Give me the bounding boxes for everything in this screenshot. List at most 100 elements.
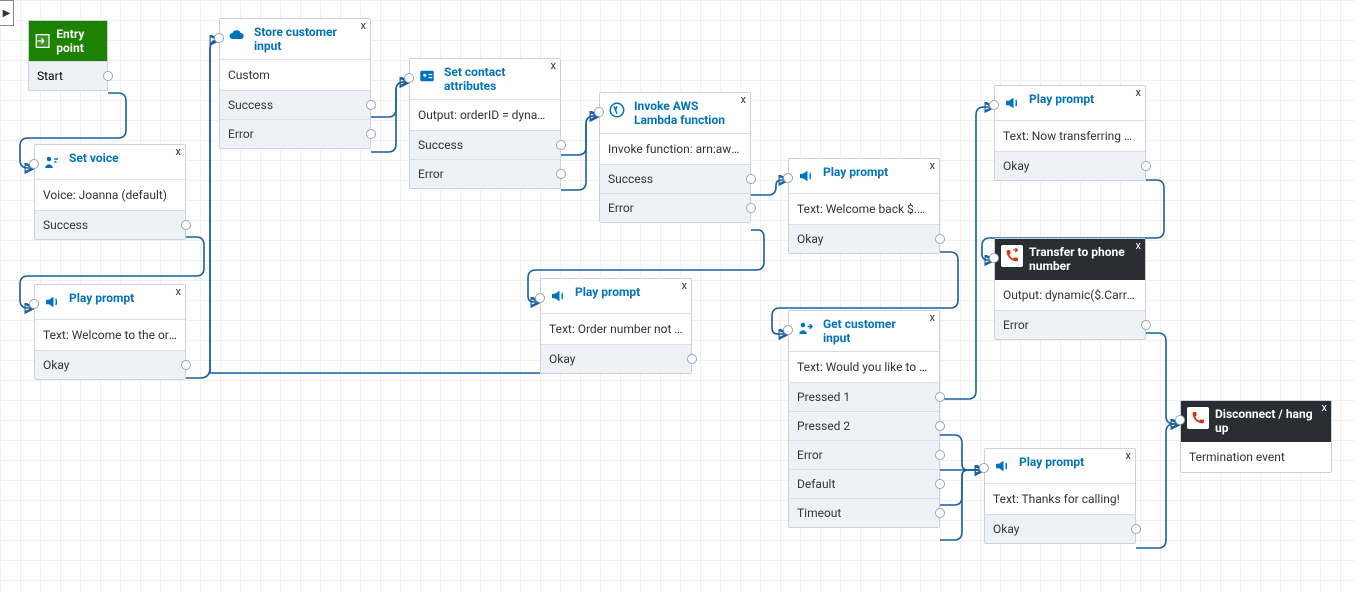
close-icon[interactable]: x [741,94,746,105]
row-success[interactable]: Success [35,210,185,239]
output-port[interactable] [556,169,566,179]
row-pressed-2[interactable]: Pressed 2 [789,411,939,440]
close-icon[interactable]: x [176,286,181,297]
play-prompt-welcome-block[interactable]: x Play prompt Text: Welcome to the order… [34,284,186,380]
block-title: Transfer to phone number [1029,245,1131,273]
input-port[interactable] [29,159,39,169]
output-port[interactable] [935,392,945,402]
block-title: Play prompt [1029,92,1094,106]
output-port[interactable] [746,174,756,184]
play-prompt-thanks-block[interactable]: x Play prompt Text: Thanks for calling! … [984,448,1136,544]
output-port[interactable] [366,100,376,110]
play-prompt-transferring-block[interactable]: x Play prompt Text: Now transferring you… [994,85,1146,181]
row-okay[interactable]: Okay [789,224,939,253]
row-success[interactable]: Success [600,164,750,193]
block-title: Play prompt [1019,455,1084,469]
lambda-icon [606,99,628,121]
block-detail: Voice: Joanna (default) [35,180,185,210]
close-icon[interactable]: x [930,160,935,171]
output-port[interactable] [935,234,945,244]
output-port[interactable] [935,479,945,489]
row-default[interactable]: Default [789,469,939,498]
speaker-icon [1001,92,1023,114]
close-icon[interactable]: x [682,280,687,291]
entry-start-row[interactable]: Start [29,61,107,90]
play-prompt-notfound-block[interactable]: x Play prompt Text: Order number not fo.… [540,278,692,374]
output-port[interactable] [1141,320,1151,330]
row-timeout[interactable]: Timeout [789,498,939,527]
row-error[interactable]: Error [995,310,1145,339]
close-icon[interactable]: x [930,312,935,323]
block-title: Set voice [69,151,119,165]
phone-transfer-icon [1001,245,1023,267]
disconnect-block[interactable]: x Disconnect / hang up Termination event [1180,400,1332,473]
input-port[interactable] [979,463,989,473]
input-port[interactable] [594,107,604,117]
block-title: Invoke AWS Lambda function [634,99,736,127]
output-port[interactable] [935,508,945,518]
input-port[interactable] [989,253,999,263]
row-okay[interactable]: Okay [995,151,1145,180]
output-port[interactable] [1141,161,1151,171]
row-error[interactable]: Error [410,159,560,188]
output-port[interactable] [1131,524,1141,534]
block-title: Play prompt [69,291,134,305]
block-detail: Output: orderID = dynamic... [410,100,560,130]
set-voice-block[interactable]: x Set voice Voice: Joanna (default) Succ… [34,144,186,240]
block-title: Play prompt [575,285,640,299]
row-error[interactable]: Error [220,119,370,148]
input-port[interactable] [404,73,414,83]
close-icon[interactable]: x [1136,240,1141,251]
row-success[interactable]: Success [410,130,560,159]
row-okay[interactable]: Okay [985,514,1135,543]
close-icon[interactable]: x [1126,450,1131,461]
input-port[interactable] [535,293,545,303]
get-customer-input-block[interactable]: x Get customer input Text: Would you lik… [788,310,940,528]
block-detail: Text: Thanks for calling! [985,484,1135,514]
input-port[interactable] [1175,415,1185,425]
block-title: Get customer input [823,317,925,345]
output-port[interactable] [935,421,945,431]
speaker-icon [41,291,63,313]
output-port[interactable] [935,450,945,460]
block-detail: Invoke function: arn:aws:la... [600,134,750,164]
row-pressed-1[interactable]: Pressed 1 [789,382,939,411]
store-customer-input-block[interactable]: x Store customer input Custom Success Er… [219,18,371,149]
play-prompt-welcomeback-block[interactable]: x Play prompt Text: Welcome back $.Exter… [788,158,940,254]
output-port[interactable] [746,203,756,213]
output-port[interactable] [366,129,376,139]
close-icon[interactable]: x [1136,87,1141,98]
block-title: Play prompt [823,165,888,179]
input-port[interactable] [29,299,39,309]
output-port[interactable] [103,71,113,81]
row-error[interactable]: Error [600,193,750,222]
close-icon[interactable]: x [176,146,181,157]
output-port[interactable] [181,220,191,230]
input-port[interactable] [989,100,999,110]
input-port[interactable] [783,173,793,183]
row-okay[interactable]: Okay [541,344,691,373]
output-port[interactable] [556,140,566,150]
output-port[interactable] [687,354,697,364]
expand-handle[interactable]: ▶ [0,0,14,26]
close-icon[interactable]: x [1322,402,1327,413]
row-error[interactable]: Error [789,440,939,469]
row-success[interactable]: Success [220,90,370,119]
close-icon[interactable]: x [551,60,556,71]
output-port[interactable] [181,360,191,370]
input-port[interactable] [214,33,224,43]
block-detail: Text: Welcome to the order... [35,320,185,350]
entry-title: Entry point [56,27,101,55]
row-okay[interactable]: Okay [35,350,185,379]
hangup-icon [1187,407,1209,429]
invoke-lambda-block[interactable]: x Invoke AWS Lambda function Invoke func… [599,92,751,223]
entry-point-block[interactable]: Entry point Start [28,20,108,91]
block-detail: Text: Welcome back $.Exter... [789,194,939,224]
set-contact-attributes-block[interactable]: x Set contact attributes Output: orderID… [409,58,561,189]
entry-icon [35,31,50,51]
block-detail: Text: Order number not fo... [541,314,691,344]
transfer-phone-block[interactable]: x Transfer to phone number Output: dynam… [994,238,1146,340]
block-title: Set contact attributes [444,65,546,93]
input-port[interactable] [783,325,793,335]
close-icon[interactable]: x [361,20,366,31]
